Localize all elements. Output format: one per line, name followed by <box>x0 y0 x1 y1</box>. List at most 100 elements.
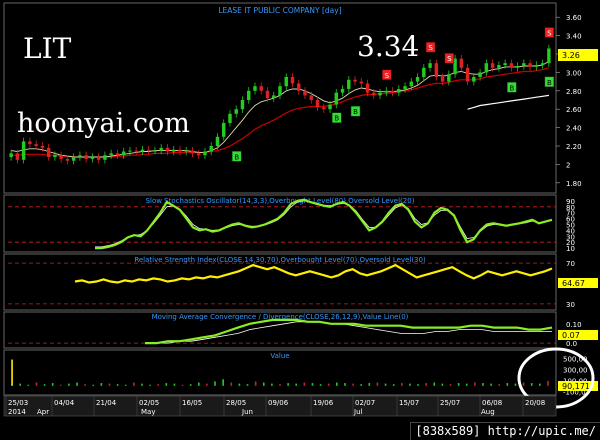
price-tick-label: 2.60 <box>566 106 582 114</box>
macd-tick-label: 0.0 <box>566 340 577 348</box>
x-axis-period-label: Jul <box>353 408 363 416</box>
buy-signal-letter: B <box>547 79 552 87</box>
candle-body <box>340 88 345 93</box>
value-bar <box>59 384 62 386</box>
value-bar <box>116 384 119 386</box>
candle-body <box>528 63 532 67</box>
x-axis-date-label: 28/05 <box>226 399 246 407</box>
candle-body <box>234 109 238 114</box>
candle-body <box>209 146 213 152</box>
value-bar <box>474 382 476 386</box>
value-bar <box>522 382 525 386</box>
candle-body <box>134 150 138 152</box>
stock-chart: LEASE IT PUBLIC COMPANY [day] 1.80 2 2.20 2… <box>0 0 600 440</box>
value-bar <box>11 359 13 386</box>
candle-body <box>547 48 551 64</box>
value-bar <box>271 383 273 386</box>
x-axis-period-label: 2014 <box>8 408 26 416</box>
candle-body <box>322 107 326 110</box>
rsi-value-label: 64.67 <box>562 279 585 288</box>
candle-body <box>165 147 170 152</box>
stochastic-tick-label: 90 <box>566 198 575 206</box>
candle-body <box>478 72 482 77</box>
candle-body <box>240 100 245 110</box>
value-bar <box>433 382 436 386</box>
stochastic-axis-ticks: 102030405060708090 <box>566 198 575 253</box>
price-tick-label: 3.00 <box>566 69 582 77</box>
candle-body <box>503 63 507 66</box>
candle-body <box>215 136 220 146</box>
candle-body <box>409 81 414 87</box>
value-bar <box>35 382 38 386</box>
value-bar <box>392 384 395 386</box>
candle-body <box>109 153 113 156</box>
value-bar <box>482 383 484 386</box>
candle-body <box>390 90 395 93</box>
candle-body <box>540 63 545 66</box>
candle-body <box>403 86 407 89</box>
value-bar <box>368 383 371 386</box>
price-tick-label: 2 <box>566 161 570 169</box>
candle-body <box>90 157 95 159</box>
candle-body <box>46 147 51 158</box>
candle-body <box>434 63 439 77</box>
candle-body <box>415 77 420 82</box>
last-price-label: 3.26 <box>562 51 580 60</box>
value-bar <box>327 383 330 386</box>
candle-body <box>378 92 382 96</box>
value-bar <box>246 384 249 386</box>
value-bar <box>238 383 241 386</box>
value-bar <box>108 383 111 386</box>
rsi-tick-label: 30 <box>566 301 575 309</box>
candle-body <box>34 144 38 146</box>
price-annotation: 3.34 <box>357 30 419 63</box>
candle-body <box>184 150 188 152</box>
candle-body <box>278 86 282 96</box>
value-bar <box>319 384 322 386</box>
buy-signal-letter: B <box>334 115 339 123</box>
value-bar <box>295 383 298 386</box>
value-bar <box>336 382 338 386</box>
value-bar <box>352 383 354 386</box>
ticker-label: LIT <box>23 32 72 65</box>
value-bar <box>27 384 30 386</box>
candle-body <box>171 149 176 152</box>
candle-body <box>347 79 351 89</box>
candle-body <box>203 151 207 156</box>
value-tick-label: 300,00 <box>563 366 588 374</box>
x-axis-date-label: 25/03 <box>8 399 28 407</box>
candle-body <box>315 100 320 108</box>
x-axis: 25/03 04/04 21/04 02/05 16/05 28/05 09/06 19/06… <box>3 395 557 417</box>
price-tick-label: 2.20 <box>566 143 582 151</box>
candle-body <box>21 141 26 160</box>
candle-body <box>71 157 76 161</box>
candle-body <box>297 83 301 91</box>
candle-body <box>84 155 88 159</box>
value-bar <box>409 383 411 386</box>
value-last-label: 90,171 <box>562 382 590 391</box>
value-bar <box>157 384 160 386</box>
stochastic-title: Slow Stochastics Oscillator(14,3,3),Over… <box>146 197 415 205</box>
value-bar <box>376 382 379 386</box>
price-tick-label: 3.40 <box>566 33 582 41</box>
value-bar <box>198 382 200 386</box>
candle-body <box>115 153 120 156</box>
candle-body <box>28 141 32 145</box>
value-bar <box>124 384 127 386</box>
candle-body <box>228 113 232 123</box>
value-bar <box>173 383 176 386</box>
candle-body <box>303 90 307 96</box>
candle-body <box>490 63 495 68</box>
sell-signal-letter: S <box>385 72 390 80</box>
candle-body <box>372 92 376 96</box>
value-bar <box>425 383 427 386</box>
x-axis-date-label: 02/05 <box>139 399 159 407</box>
rsi-tick-label: 70 <box>566 260 575 268</box>
candle-body <box>59 155 63 159</box>
candle-body <box>121 151 126 156</box>
sell-signal-letter: S <box>447 55 452 63</box>
value-bar <box>133 382 135 386</box>
price-tick-label: 1.80 <box>566 180 582 188</box>
value-bar <box>311 383 314 386</box>
price-tick-label: 3.60 <box>566 14 582 22</box>
